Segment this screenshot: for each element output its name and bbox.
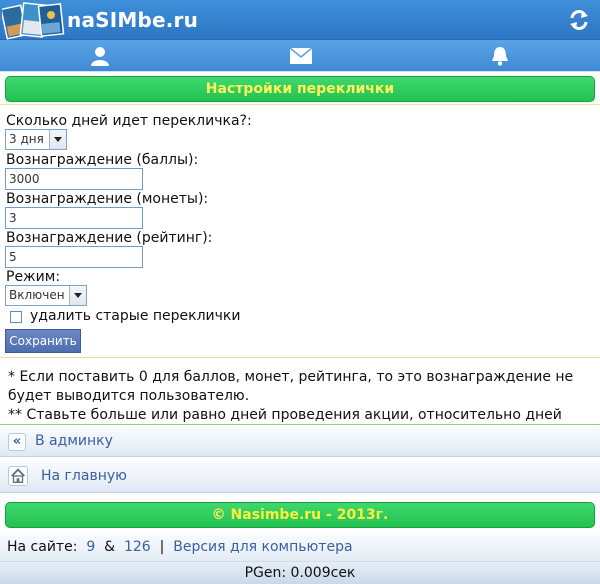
rating-input[interactable]: 5 (5, 246, 143, 268)
double-chevron-left-icon: « (8, 433, 26, 451)
coins-input[interactable]: 3 (5, 207, 143, 229)
chevron-down-icon (49, 130, 66, 149)
nav-bar (0, 40, 600, 72)
note-1: * Если поставить 0 для баллов, монет, ре… (8, 369, 574, 404)
points-input[interactable]: 3000 (5, 168, 143, 190)
delete-old-checkbox[interactable] (10, 311, 22, 323)
admin-link[interactable]: « В админку (0, 425, 600, 457)
settings-form: Сколько дней идет перекличка?: 3 дня Воз… (0, 104, 600, 358)
mode-select[interactable]: Включен (5, 285, 87, 306)
mail-icon[interactable] (289, 47, 313, 65)
page-title: Настройки переклички (5, 76, 595, 102)
notes: * Если поставить 0 для баллов, монет, ре… (0, 358, 600, 442)
points-label: Вознаграждение (баллы): (6, 152, 199, 168)
top-header: naSIMbe.ru (0, 0, 600, 40)
delete-old-label[interactable]: удалить старые переклички (30, 308, 240, 324)
days-label: Сколько дней идет перекличка?: (6, 113, 252, 129)
online-stats: На сайте: 9 & 126 | Версия для компьютер… (0, 533, 600, 562)
mode-select-value: Включен (9, 288, 65, 302)
pgen-text: PGen: 0.009сек (0, 562, 600, 584)
admin-link-label[interactable]: В админку (35, 433, 113, 449)
desktop-version-link[interactable]: Версия для компьютера (173, 539, 352, 555)
home-link-label[interactable]: На главную (41, 468, 127, 484)
copyright-bar: © Nasimbe.ru - 2013г. (5, 502, 595, 528)
user-icon[interactable] (89, 46, 111, 66)
online-label: На сайте: (7, 539, 78, 555)
home-icon (8, 466, 28, 486)
days-select[interactable]: 3 дня (5, 129, 67, 150)
home-link[interactable]: На главную (0, 459, 600, 493)
copyright-symbol: © (211, 507, 226, 523)
coins-label: Вознаграждение (монеты): (6, 191, 209, 207)
online-users-link[interactable]: 9 (86, 539, 95, 555)
copyright-year: - 2013г. (326, 507, 389, 523)
mode-label: Режим: (6, 269, 61, 285)
rating-label: Вознаграждение (рейтинг): (6, 230, 213, 246)
chevron-down-icon (69, 286, 86, 305)
save-button[interactable]: Сохранить (5, 329, 81, 353)
amp-separator: & (104, 539, 116, 555)
logo-collage-icon[interactable] (2, 1, 66, 41)
refresh-icon[interactable] (568, 9, 590, 31)
bell-icon[interactable] (489, 46, 511, 66)
pipe-separator: | (159, 539, 165, 555)
copyright-site[interactable]: Nasimbe.ru (231, 507, 322, 523)
online-guests-link[interactable]: 126 (124, 539, 151, 555)
days-select-value: 3 дня (9, 132, 44, 146)
site-name[interactable]: naSIMbe.ru (67, 8, 198, 32)
